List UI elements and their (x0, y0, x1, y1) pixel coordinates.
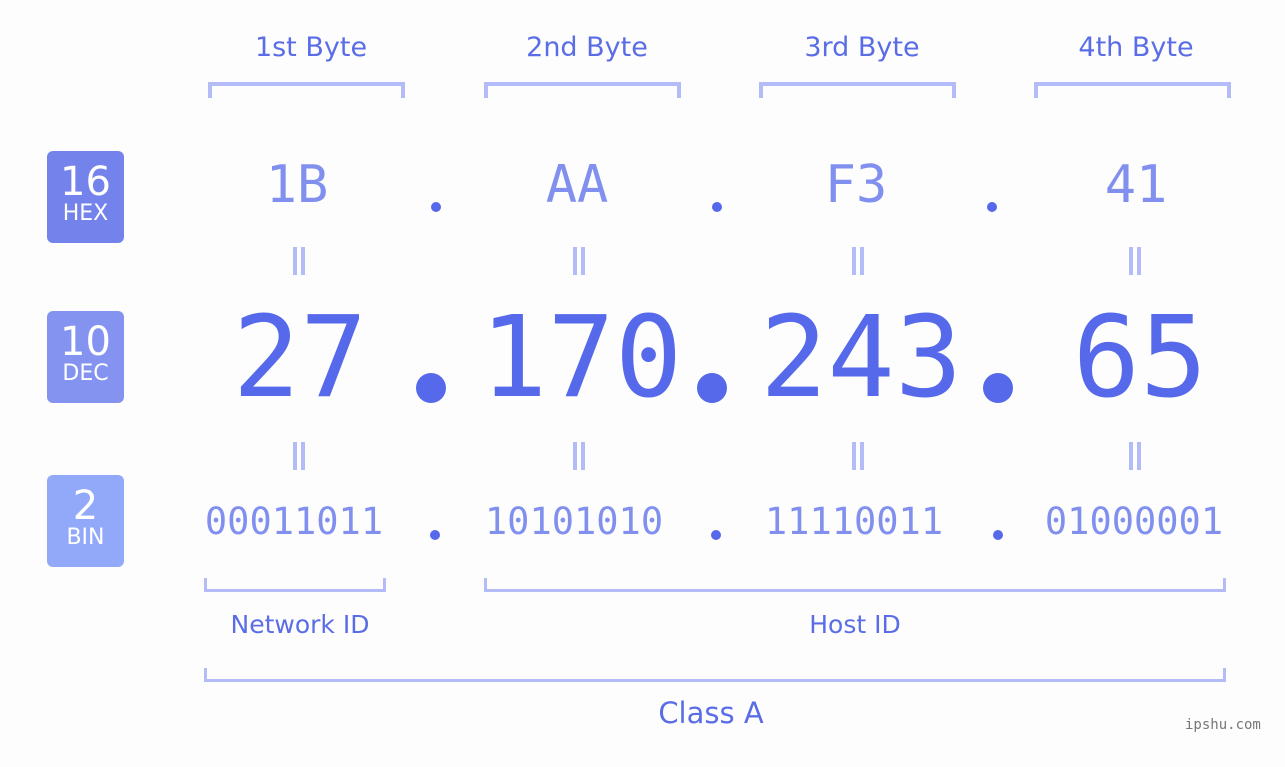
watermark: ipshu.com (1185, 717, 1261, 733)
equals-icon-hex-4 (1127, 247, 1143, 275)
bin-value-4: 01000001 (1044, 500, 1224, 543)
equals-icon-bin-3 (850, 442, 866, 470)
byte-bracket-3 (759, 82, 956, 98)
hex-value-3: F3 (824, 155, 888, 215)
bin-value-1: 00011011 (204, 500, 384, 543)
network-id-bracket (204, 578, 386, 592)
bin-badge-number: 2 (72, 483, 99, 529)
host-id-label: Host ID (809, 610, 901, 639)
dec-separator-dot-1 (416, 373, 446, 403)
hex-separator-dot-2 (712, 202, 722, 212)
dec-value-1: 27 (232, 293, 368, 423)
equals-icon-bin-1 (291, 442, 307, 470)
class-label: Class A (658, 696, 764, 730)
byte-bracket-4 (1034, 82, 1231, 98)
bin-separator-dot-3 (993, 530, 1003, 540)
bin-separator-dot-1 (430, 530, 440, 540)
equals-icon-hex-1 (291, 247, 307, 275)
bin-value-3: 11110011 (764, 500, 944, 543)
network-id-label: Network ID (230, 610, 370, 639)
class-bracket (204, 668, 1226, 682)
byte-label-4: 4th Byte (1078, 32, 1194, 63)
bin-badge-label: BIN (66, 525, 105, 550)
dec-value-3: 243 (760, 293, 963, 423)
byte-label-3: 3rd Byte (804, 32, 920, 63)
dec-value-4: 65 (1072, 293, 1208, 423)
dec-badge-number: 10 (60, 319, 111, 365)
byte-label-2: 2nd Byte (526, 32, 648, 63)
equals-icon-hex-2 (571, 247, 587, 275)
equals-icon-bin-4 (1127, 442, 1143, 470)
dec-badge: 10 DEC (47, 311, 124, 403)
byte-bracket-2 (484, 82, 681, 98)
equals-icon-bin-2 (571, 442, 587, 470)
equals-icon-hex-3 (850, 247, 866, 275)
hex-value-1: 1B (265, 155, 329, 215)
byte-label-1: 1st Byte (254, 32, 368, 63)
bin-value-2: 10101010 (484, 500, 664, 543)
dec-value-2: 170 (480, 293, 683, 423)
hex-value-4: 41 (1104, 155, 1168, 215)
hex-value-2: AA (545, 155, 609, 215)
dec-separator-dot-2 (697, 373, 727, 403)
hex-badge-label: HEX (62, 201, 109, 226)
bin-badge: 2 BIN (47, 475, 124, 567)
hex-separator-dot-1 (431, 202, 441, 212)
hex-separator-dot-3 (987, 202, 997, 212)
dec-separator-dot-3 (983, 373, 1013, 403)
byte-bracket-1 (208, 82, 405, 98)
host-id-bracket (484, 578, 1226, 592)
bin-separator-dot-2 (711, 530, 721, 540)
hex-badge-number: 16 (60, 159, 111, 205)
hex-badge: 16 HEX (47, 151, 124, 243)
dec-badge-label: DEC (62, 361, 109, 386)
